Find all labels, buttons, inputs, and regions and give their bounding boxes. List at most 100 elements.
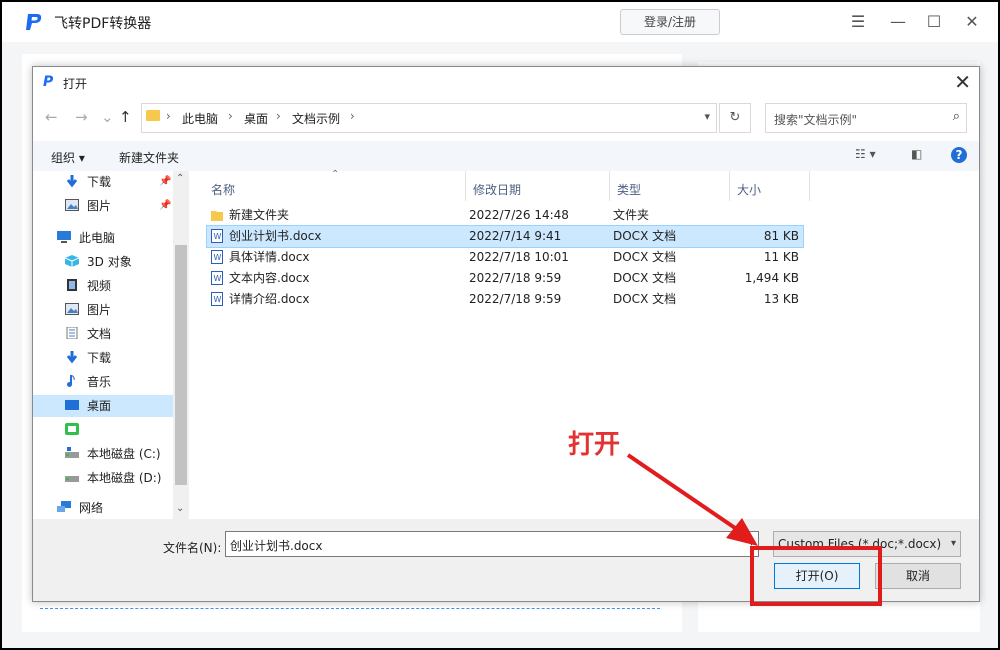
- file-name: 文本内容.docx: [229, 271, 310, 285]
- maximize-icon[interactable]: ☐: [922, 10, 946, 34]
- sidebar-item-this-pc[interactable]: 此电脑: [33, 227, 173, 249]
- file-name: 新建文件夹: [229, 208, 290, 222]
- column-divider[interactable]: [609, 171, 610, 201]
- docx-icon: W: [211, 292, 223, 306]
- minimize-icon[interactable]: —: [886, 10, 910, 34]
- menu-icon[interactable]: ☰: [846, 10, 870, 34]
- login-register-button[interactable]: 登录/注册: [620, 9, 720, 35]
- sort-ascending-icon: ⌃: [331, 169, 340, 180]
- recent-locations-chevron-icon[interactable]: ⌄: [101, 108, 114, 126]
- chevron-right-icon: ›: [350, 109, 355, 123]
- breadcrumb-item[interactable]: 文档示例: [292, 110, 340, 127]
- sidebar-item-label: 文档: [87, 327, 112, 341]
- sidebar-scrollbar[interactable]: ⌃ ⌄: [173, 171, 189, 519]
- filename-input[interactable]: 创业计划书.docx ▾: [225, 531, 759, 557]
- file-type: DOCX 文档: [613, 292, 677, 306]
- download-icon: [66, 175, 78, 187]
- download-icon: [66, 351, 78, 363]
- file-row[interactable]: W 文本内容.docx 2022/7/18 9:59 DOCX 文档 1,494…: [207, 268, 803, 289]
- chevron-right-icon: ›: [228, 109, 233, 123]
- file-name: 具体详情.docx: [229, 250, 310, 264]
- sidebar-item-video[interactable]: 视频: [33, 275, 173, 297]
- scroll-up-icon[interactable]: ⌃: [176, 173, 184, 184]
- chevron-down-icon[interactable]: ▾: [951, 538, 956, 549]
- file-size: 81 KB: [763, 229, 799, 243]
- sidebar-item-network[interactable]: 网络: [33, 497, 173, 519]
- address-bar[interactable]: › 此电脑 › 桌面 › 文档示例 › ▾: [141, 103, 717, 133]
- file-row[interactable]: 新建文件夹 2022/7/26 14:48 文件夹: [207, 205, 803, 226]
- chevron-right-icon: ›: [166, 109, 171, 123]
- file-row[interactable]: W 具体详情.docx 2022/7/18 10:01 DOCX 文档 11 K…: [207, 247, 803, 268]
- sidebar-item-label: 图片: [87, 199, 112, 213]
- docx-icon: W: [211, 250, 223, 264]
- cancel-button[interactable]: 取消: [875, 563, 961, 589]
- refresh-icon[interactable]: ↻: [719, 103, 751, 133]
- sidebar-item-download-2[interactable]: 下载: [33, 347, 173, 369]
- sidebar-item-label: 本地磁盘 (D:): [87, 471, 162, 485]
- scroll-down-icon[interactable]: ⌄: [176, 503, 184, 514]
- file-type: DOCX 文档: [613, 229, 677, 243]
- svg-text:W: W: [214, 232, 222, 241]
- sidebar-item-label: 桌面: [87, 399, 112, 413]
- documents-icon: [66, 327, 78, 339]
- docx-icon: W: [211, 229, 223, 243]
- annotation-label: 打开: [568, 430, 621, 460]
- close-icon[interactable]: ✕: [960, 10, 984, 34]
- file-type: 文件夹: [613, 208, 650, 222]
- preview-pane-icon[interactable]: ◧: [911, 147, 922, 161]
- pin-icon[interactable]: 📌: [159, 171, 171, 193]
- sidebar-item-documents[interactable]: 文档: [33, 323, 173, 345]
- search-input[interactable]: 搜索"文档示例" ⌕: [765, 103, 967, 133]
- svg-text:W: W: [214, 253, 222, 262]
- sidebar-item-label: 网络: [79, 501, 104, 515]
- address-dropdown-icon[interactable]: ▾: [704, 110, 710, 123]
- up-arrow-icon[interactable]: ↑: [119, 108, 132, 126]
- new-folder-button[interactable]: 新建文件夹: [119, 149, 179, 166]
- folder-icon: [146, 110, 160, 121]
- navigation-pane: 下载 📌 图片 📌 此电脑 3D 对象 视频 图片 文档 下载 音乐 桌面 本地…: [33, 171, 189, 519]
- file-date: 2022/7/14 9:41: [469, 229, 562, 243]
- sidebar-item-download[interactable]: 下载 📌: [33, 171, 173, 193]
- column-divider[interactable]: [729, 171, 730, 201]
- open-file-dialog: P 打开 ✕ ← → ⌄ ↑ › 此电脑 › 桌面 › 文档示例 › ▾ ↻ 搜…: [32, 66, 980, 602]
- scroll-thumb[interactable]: [175, 245, 187, 485]
- organize-menu[interactable]: 组织 ▾: [51, 149, 85, 166]
- sidebar-item-desktop[interactable]: 桌面: [33, 395, 173, 417]
- search-icon: ⌕: [952, 109, 960, 124]
- view-options-icon[interactable]: ☷ ▾: [855, 147, 876, 161]
- sidebar-item-drive-c[interactable]: 本地磁盘 (C:): [33, 443, 173, 465]
- music-icon: [67, 375, 75, 387]
- sidebar-item-label: 下载: [87, 351, 112, 365]
- dialog-titlebar: P 打开 ✕: [33, 67, 979, 97]
- sidebar-item-drive-d[interactable]: 本地磁盘 (D:): [33, 467, 173, 489]
- file-type: DOCX 文档: [613, 271, 677, 285]
- file-row[interactable]: W 详情介绍.docx 2022/7/18 9:59 DOCX 文档 13 KB: [207, 289, 803, 310]
- pin-icon[interactable]: 📌: [159, 195, 171, 217]
- forward-arrow-icon[interactable]: →: [75, 108, 88, 126]
- sidebar-item-3d-objects[interactable]: 3D 对象: [33, 251, 173, 273]
- file-name: 创业计划书.docx: [229, 229, 322, 243]
- file-size: 1,494 KB: [744, 271, 799, 285]
- back-arrow-icon[interactable]: ←: [45, 108, 58, 126]
- column-header-type[interactable]: 类型: [617, 181, 641, 198]
- sidebar-item-app-drive[interactable]: [33, 419, 173, 441]
- help-icon[interactable]: ?: [951, 147, 967, 163]
- sidebar-item-pictures[interactable]: 图片 📌: [33, 195, 173, 217]
- desktop-icon: [65, 400, 79, 410]
- sidebar-item-label: 下载: [87, 175, 112, 189]
- docx-icon: W: [211, 271, 223, 285]
- column-divider[interactable]: [809, 171, 810, 201]
- column-header-name[interactable]: 名称: [211, 181, 235, 198]
- column-divider[interactable]: [465, 171, 466, 201]
- file-name: 详情介绍.docx: [229, 292, 310, 306]
- column-header-size[interactable]: 大小: [737, 181, 761, 198]
- breadcrumb-item[interactable]: 此电脑: [182, 110, 218, 127]
- column-header-date[interactable]: 修改日期: [473, 181, 521, 198]
- sidebar-item-pictures-2[interactable]: 图片: [33, 299, 173, 321]
- sidebar-item-music[interactable]: 音乐: [33, 371, 173, 393]
- breadcrumb-item[interactable]: 桌面: [244, 110, 268, 127]
- file-row-selected[interactable]: W 创业计划书.docx 2022/7/14 9:41 DOCX 文档 81 K…: [206, 225, 804, 248]
- file-type: DOCX 文档: [613, 250, 677, 264]
- svg-text:W: W: [214, 274, 222, 283]
- dialog-close-icon[interactable]: ✕: [954, 70, 971, 94]
